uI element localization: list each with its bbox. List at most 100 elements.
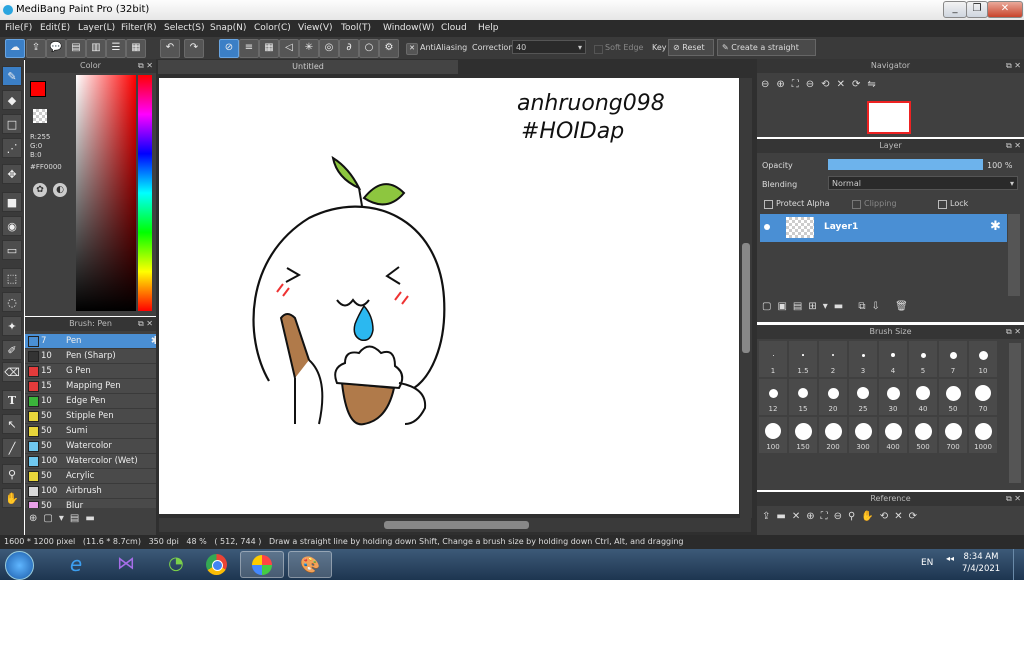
brush-item[interactable]: 10 Pen (Sharp) <box>25 349 163 364</box>
reference-fit-icon[interactable]: ⛶ <box>821 511 834 522</box>
menu-cloud[interactable]: Cloud <box>441 23 467 33</box>
menu-view[interactable]: View(V) <box>298 23 333 33</box>
minimize-button[interactable]: _ <box>943 1 967 18</box>
saturation-value-picker[interactable] <box>76 75 136 311</box>
brush-size-cell[interactable]: 50 <box>939 379 967 415</box>
merge-layer-icon[interactable]: ⇩ <box>872 301 886 312</box>
ellipse-snap-icon[interactable]: ○ <box>359 39 379 58</box>
brush-size-cell[interactable]: 1000 <box>969 417 997 453</box>
brush-menu-icon[interactable]: ▾ <box>59 513 70 524</box>
medibang-taskbar-icon[interactable] <box>240 551 284 578</box>
dot-tool-icon[interactable]: ⋰ <box>2 138 22 158</box>
brush-size-cell[interactable]: 500 <box>909 417 937 453</box>
radial-snap-icon[interactable]: ✳ <box>299 39 319 58</box>
zoom-actual-icon[interactable]: ⊖ <box>806 79 821 90</box>
brush-size-cell[interactable]: 25 <box>849 379 877 415</box>
reference-rotate-right-icon[interactable]: ⟳ <box>909 511 923 522</box>
soft-edge-checkbox[interactable] <box>594 45 603 54</box>
circle-snap-icon[interactable]: ◎ <box>319 39 339 58</box>
show-desktop-button[interactable] <box>1013 549 1024 580</box>
horizontal-scrollbar[interactable] <box>159 518 751 532</box>
reference-zoom-out-icon[interactable]: ⊖ <box>834 511 848 522</box>
layer-row[interactable]: Layer1 ✱ <box>760 214 1007 242</box>
start-button[interactable] <box>5 551 34 580</box>
lasso-tool-icon[interactable]: ◌ <box>2 292 22 312</box>
color-picker-settings-icon[interactable]: ◐ <box>53 183 67 197</box>
brush-size-cell[interactable]: 40 <box>909 379 937 415</box>
document-canvas[interactable]: anhruong098 #HOIDap <box>159 78 739 514</box>
brush-size-cell[interactable]: 70 <box>969 379 997 415</box>
rotate-left-icon[interactable]: ⟲ <box>821 79 836 90</box>
list-icon[interactable]: ☰ <box>106 39 126 58</box>
reference-reset-icon[interactable]: ✕ <box>894 511 908 522</box>
opacity-slider[interactable] <box>828 159 983 170</box>
operation-tool-icon[interactable]: ↖ <box>2 414 22 434</box>
brush-item[interactable]: 100 Watercolor (Wet) <box>25 454 163 469</box>
brush-size-cell[interactable]: 300 <box>849 417 877 453</box>
brush-size-cell[interactable]: 7 <box>939 341 967 377</box>
new-window-icon[interactable]: ▥ <box>86 39 106 58</box>
brush-size-cell[interactable]: 1 <box>759 341 787 377</box>
correction-select[interactable]: 40 ▾ <box>512 40 586 54</box>
redo-icon[interactable]: ↷ <box>184 39 204 58</box>
brush-size-cell[interactable]: 20 <box>819 379 847 415</box>
new-brush-icon[interactable]: ▢ <box>43 513 58 524</box>
folder-icon[interactable]: ▬ <box>85 513 100 524</box>
vertical-scroll-thumb[interactable] <box>742 243 750 353</box>
coccoc-icon[interactable]: ◔ <box>154 551 198 578</box>
brush-item[interactable]: 50 Blur <box>25 499 163 508</box>
brush-size-scrollbar[interactable] <box>1009 343 1021 483</box>
menu-edit[interactable]: Edit(E) <box>40 23 70 33</box>
brush-item[interactable]: 100 Airbrush <box>25 484 163 499</box>
close-button[interactable]: ✕ <box>987 1 1023 18</box>
brush-item[interactable]: 7Pen✱ <box>25 334 163 349</box>
transparent-color-swatch[interactable] <box>33 109 47 123</box>
brush-item[interactable]: 50 Watercolor <box>25 439 163 454</box>
delete-layer-icon[interactable]: 🗑 <box>895 301 914 312</box>
brush-settings-icon[interactable]: ▤ <box>70 513 85 524</box>
upload-icon[interactable]: ⇪ <box>26 39 46 58</box>
panel-controls-icon[interactable]: ⧉ ✕ <box>1006 59 1021 72</box>
cloud-icon[interactable]: ☁ <box>5 39 25 58</box>
panel-controls-icon[interactable]: ⧉ ✕ <box>138 59 153 72</box>
primary-color-swatch[interactable] <box>30 81 46 97</box>
menu-color[interactable]: Color(C) <box>254 23 291 33</box>
brush-size-cell[interactable]: 150 <box>789 417 817 453</box>
chrome-icon[interactable] <box>194 551 238 578</box>
panel-controls-icon[interactable]: ⧉ ✕ <box>138 317 153 330</box>
antialiasing-checkbox[interactable]: ✕ <box>406 43 418 55</box>
select-tool-icon[interactable]: ⬚ <box>2 268 22 288</box>
text-tool-icon[interactable]: T <box>2 390 22 410</box>
brush-size-cell[interactable]: 5 <box>909 341 937 377</box>
fit-icon[interactable]: ⛶ <box>792 79 806 90</box>
menu-layer[interactable]: Layer(L) <box>78 23 115 33</box>
crisscross-snap-icon[interactable]: ▦ <box>259 39 279 58</box>
reset-button[interactable]: ⊘ Reset <box>668 39 714 56</box>
blending-select[interactable]: Normal ▾ <box>828 176 1018 190</box>
new-layer-icon[interactable]: ▢ <box>762 301 777 312</box>
canvas-tab[interactable]: Untitled <box>158 60 458 74</box>
parallel-snap-icon[interactable]: ≡ <box>239 39 259 58</box>
reference-zoom-in-icon[interactable]: ⊕ <box>806 511 820 522</box>
brush-size-cell[interactable]: 10 <box>969 341 997 377</box>
bucket-tool-icon[interactable]: ◉ <box>2 216 22 236</box>
clock[interactable]: 8:34 AM 7/4/2021 <box>962 551 1000 575</box>
close-reference-icon[interactable]: ✕ <box>792 511 806 522</box>
move-tool-icon[interactable]: ✥ <box>2 164 22 184</box>
panel-controls-icon[interactable]: ⧉ ✕ <box>1006 492 1021 505</box>
brush-item[interactable]: 10 Edge Pen <box>25 394 163 409</box>
eyedropper-tool-icon[interactable]: ⚲ <box>2 464 22 484</box>
brush-item[interactable]: 50 Sumi <box>25 424 163 439</box>
reference-eyedropper-icon[interactable]: ⚲ <box>848 511 861 522</box>
fill-shape-tool-icon[interactable]: ■ <box>2 192 22 212</box>
vertical-scrollbar[interactable] <box>740 78 752 518</box>
palette-icon[interactable]: ✿ <box>33 183 47 197</box>
menu-snap[interactable]: Snap(N) <box>210 23 246 33</box>
brush-item[interactable]: 50 Stipple Pen <box>25 409 163 424</box>
brush-size-cell[interactable]: 100 <box>759 417 787 453</box>
gradation-tool-icon[interactable]: ▭ <box>2 240 22 260</box>
vanishing-snap-icon[interactable]: ◁ <box>279 39 299 58</box>
brush-size-cell[interactable]: 700 <box>939 417 967 453</box>
volume-icon[interactable]: ◂◂ <box>946 554 954 563</box>
visibility-icon[interactable] <box>764 224 770 230</box>
